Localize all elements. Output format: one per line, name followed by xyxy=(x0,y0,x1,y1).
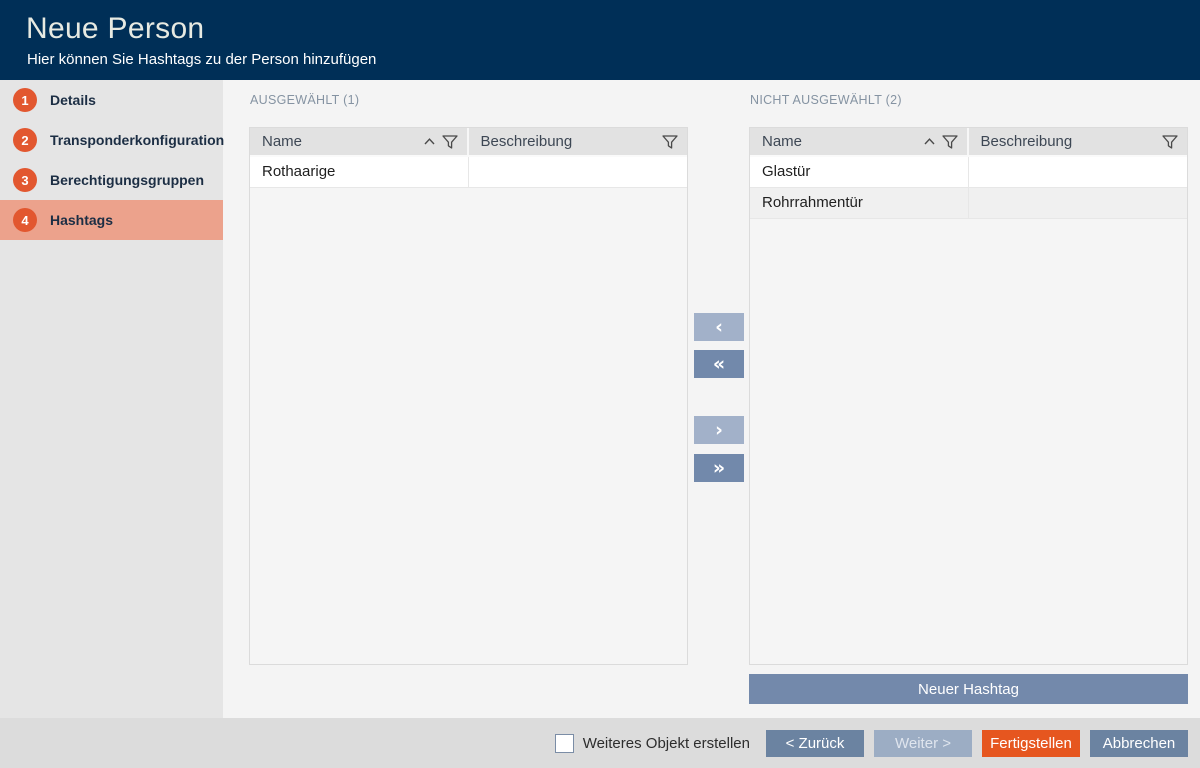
column-header-label: Beschreibung xyxy=(981,133,1073,150)
filter-icon[interactable] xyxy=(662,135,678,149)
sort-ascending-icon[interactable] xyxy=(424,138,435,145)
filter-icon[interactable] xyxy=(1162,135,1178,149)
filter-icon[interactable] xyxy=(942,135,958,149)
column-header-name[interactable]: Name xyxy=(250,128,469,155)
column-header-label: Name xyxy=(762,133,802,150)
create-another-checkbox[interactable] xyxy=(555,734,574,753)
column-header-label: Name xyxy=(262,133,302,150)
move-left-button[interactable]: ‹ xyxy=(694,313,744,341)
hashtag-description-cell[interactable] xyxy=(969,188,1188,218)
hashtag-description-cell[interactable] xyxy=(969,157,1188,187)
table-header-row: Name Beschreibung xyxy=(250,128,687,157)
back-button[interactable]: < Zurück xyxy=(766,730,864,757)
step-label: Details xyxy=(50,92,96,108)
step-label: Transponderkonfiguration xyxy=(50,132,224,148)
step-number-badge: 3 xyxy=(13,168,37,192)
step-label: Berechtigungsgruppen xyxy=(50,172,204,188)
wizard-window: Neue Person Hier können Sie Hashtags zu … xyxy=(0,0,1200,768)
step-label: Hashtags xyxy=(50,212,113,228)
selected-hashtags-table: Name Beschreibung Rothaarige xyxy=(249,127,688,665)
wizard-steps-sidebar: 1 Details 2 Transponderkonfiguration 3 B… xyxy=(0,80,223,718)
cancel-button[interactable]: Abbrechen xyxy=(1090,730,1188,757)
column-header-label: Beschreibung xyxy=(481,133,573,150)
filter-icon[interactable] xyxy=(442,135,458,149)
table-header-row: Name Beschreibung xyxy=(750,128,1187,157)
table-row[interactable]: Glastür xyxy=(750,157,1187,188)
table-row[interactable]: Rohrrahmentür xyxy=(750,188,1187,219)
sort-ascending-icon[interactable] xyxy=(924,138,935,145)
step-number-badge: 4 xyxy=(13,208,37,232)
step-transponderkonfiguration[interactable]: 2 Transponderkonfiguration xyxy=(0,120,223,160)
create-another-checkbox-group[interactable]: Weiteres Objekt erstellen xyxy=(555,734,750,753)
unselected-hashtags-table: Name Beschreibung Glastür R xyxy=(749,127,1188,665)
page-title: Neue Person xyxy=(26,12,204,46)
step-hashtags-active[interactable]: 4 Hashtags xyxy=(0,200,223,240)
wizard-header: Neue Person Hier können Sie Hashtags zu … xyxy=(0,0,1200,80)
table-row[interactable]: Rothaarige xyxy=(250,157,687,188)
hashtag-name-cell[interactable]: Rothaarige xyxy=(250,157,469,187)
move-all-left-button[interactable]: « xyxy=(694,350,744,378)
hashtag-name-cell[interactable]: Rohrrahmentür xyxy=(750,188,969,218)
step-berechtigungsgruppen[interactable]: 3 Berechtigungsgruppen xyxy=(0,160,223,200)
selected-panel-title: AUSGEWÄHLT (1) xyxy=(250,93,359,107)
column-header-description[interactable]: Beschreibung xyxy=(969,128,1188,155)
step-details[interactable]: 1 Details xyxy=(0,80,223,120)
next-button[interactable]: Weiter > xyxy=(874,730,972,757)
step-number-badge: 1 xyxy=(13,88,37,112)
move-all-right-button[interactable]: » xyxy=(694,454,744,482)
footer-action-bar: Weiteres Objekt erstellen < Zurück Weite… xyxy=(0,718,1200,768)
create-another-label: Weiteres Objekt erstellen xyxy=(583,735,750,752)
new-hashtag-button[interactable]: Neuer Hashtag xyxy=(749,674,1188,704)
hashtag-name-cell[interactable]: Glastür xyxy=(750,157,969,187)
page-subtitle: Hier können Sie Hashtags zu der Person h… xyxy=(27,51,376,68)
finish-button[interactable]: Fertigstellen xyxy=(982,730,1080,757)
column-header-description[interactable]: Beschreibung xyxy=(469,128,688,155)
column-header-name[interactable]: Name xyxy=(750,128,969,155)
unselected-panel-title: NICHT AUSGEWÄHLT (2) xyxy=(750,93,902,107)
hashtag-description-cell[interactable] xyxy=(469,157,688,187)
step-number-badge: 2 xyxy=(13,128,37,152)
move-right-button[interactable]: › xyxy=(694,416,744,444)
hashtag-selection-content: AUSGEWÄHLT (1) NICHT AUSGEWÄHLT (2) Name… xyxy=(223,80,1200,718)
